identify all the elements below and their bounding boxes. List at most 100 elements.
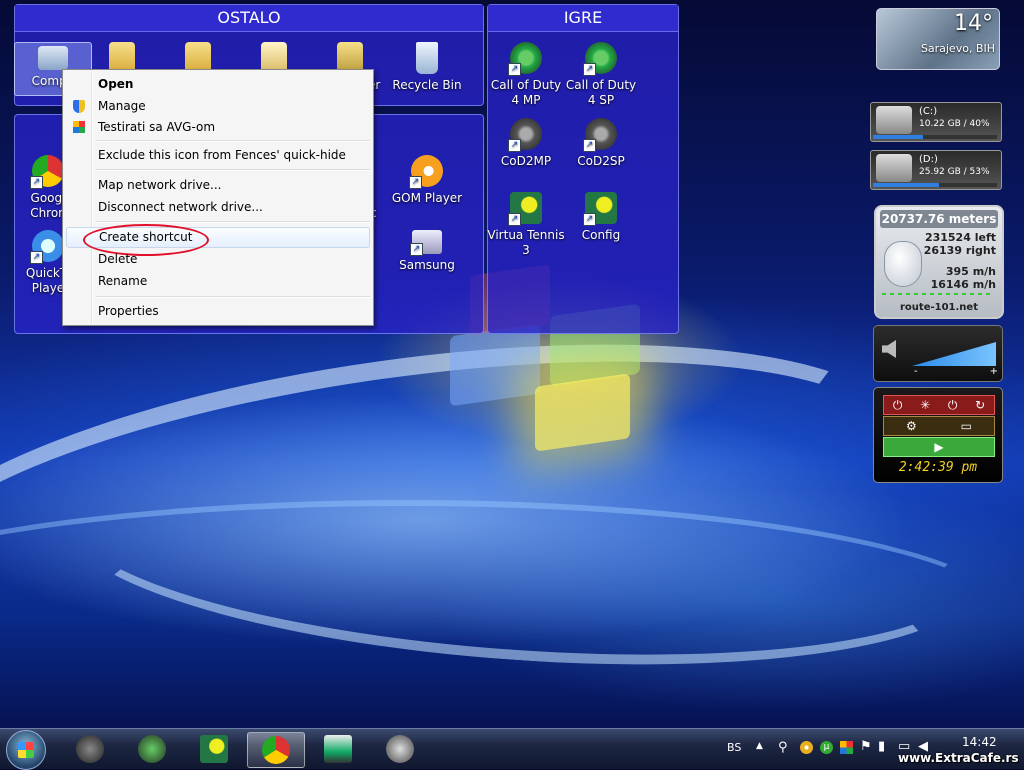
shield-icon bbox=[73, 100, 85, 113]
volume-slider[interactable] bbox=[912, 342, 996, 366]
power-tools: ⚙ ▭ bbox=[883, 416, 995, 436]
menu-separator bbox=[96, 169, 370, 171]
fence-title: OSTALO bbox=[15, 5, 483, 32]
power-clock: 2:42:39 pm bbox=[898, 460, 978, 475]
tennis-ball-icon bbox=[508, 192, 542, 226]
menu-separator bbox=[96, 140, 370, 142]
menu-item-map-drive[interactable]: Map network drive... bbox=[66, 175, 368, 196]
play-button[interactable]: ▶ bbox=[883, 437, 995, 457]
speed-value: 16146 bbox=[930, 278, 969, 291]
mouse-meter-gadget[interactable]: 20737.76 meters 231524 left 26139 right … bbox=[874, 205, 1004, 319]
volume-plus[interactable]: + bbox=[990, 366, 998, 377]
windows-flag-icon bbox=[18, 742, 34, 758]
menu-item-properties[interactable]: Properties bbox=[66, 301, 368, 322]
gom-player-icon bbox=[409, 155, 443, 189]
power-buttons: ⏻ ✳ ⏻ ↻ bbox=[883, 395, 995, 415]
cod2-icon bbox=[508, 118, 542, 152]
network-tray-icon[interactable] bbox=[840, 741, 853, 754]
drive-name: (C:) bbox=[919, 106, 938, 117]
taskbar-cod4[interactable] bbox=[124, 732, 180, 766]
cod2-icon bbox=[76, 735, 104, 763]
drive-name: (D:) bbox=[919, 154, 938, 165]
game-item[interactable]: CoD2MP bbox=[487, 118, 565, 169]
cod4-icon bbox=[583, 42, 617, 76]
menu-item-delete[interactable]: Delete bbox=[66, 249, 368, 270]
start-button[interactable] bbox=[6, 730, 46, 770]
settings-icon[interactable]: ⚙ bbox=[906, 419, 917, 433]
volume-gadget[interactable]: - + bbox=[873, 325, 1003, 382]
context-menu: Open Manage Testirati sa AVG-om Exclude … bbox=[62, 69, 374, 326]
game-item[interactable]: Call of Duty 4 MP bbox=[487, 42, 565, 108]
icon-label: GOM Player bbox=[391, 191, 463, 205]
monitor-icon[interactable]: ▭ bbox=[961, 419, 972, 433]
menu-separator bbox=[96, 221, 370, 223]
gom-player-item[interactable]: GOM Player bbox=[388, 155, 466, 206]
speed-value: 395 bbox=[945, 265, 969, 278]
taskbar: BS ▲ ⚲ µ ⚑ ▮ ▭ ◀ 14:42 www.ExtraCafe.rs bbox=[0, 728, 1024, 770]
language-indicator[interactable]: BS bbox=[727, 741, 741, 754]
chrome-icon bbox=[262, 736, 290, 764]
cod4-icon bbox=[138, 735, 166, 763]
drive-c-gadget[interactable]: (C:) 10.22 GB / 40% bbox=[870, 102, 1002, 142]
samsung-item[interactable]: Samsung bbox=[388, 230, 466, 273]
fence-title: IGRE bbox=[488, 5, 678, 32]
icon-label: CoD2SP bbox=[577, 154, 625, 168]
search-tray-icon[interactable]: ⚲ bbox=[778, 740, 788, 755]
taskbar-app[interactable] bbox=[372, 732, 428, 766]
recycle-bin-item[interactable]: Recycle Bin bbox=[390, 42, 464, 93]
game-icon bbox=[324, 735, 352, 763]
hard-drive-icon bbox=[876, 106, 912, 134]
distance: 20737.76 meters bbox=[880, 210, 998, 228]
utorrent-tray-icon[interactable]: µ bbox=[820, 741, 833, 754]
recycle-bin-icon bbox=[416, 42, 438, 74]
game-item[interactable]: CoD2SP bbox=[562, 118, 640, 169]
avg-icon bbox=[73, 121, 85, 133]
flag-tray-icon[interactable]: ⚑ bbox=[860, 739, 872, 754]
mouse-icon bbox=[884, 241, 922, 287]
logoff-icon[interactable]: ↻ bbox=[975, 398, 985, 412]
power-tray-icon[interactable]: ▮ bbox=[878, 739, 885, 754]
taskbar-game[interactable] bbox=[310, 732, 366, 766]
show-hidden-icons[interactable]: ▲ bbox=[756, 741, 763, 751]
icon-label: Call of Duty 4 SP bbox=[565, 78, 637, 107]
menu-item-rename[interactable]: Rename bbox=[66, 271, 368, 292]
drive-usage-bar bbox=[873, 135, 997, 139]
media-tray-icon[interactable] bbox=[800, 741, 813, 754]
left-clicks: 231524 bbox=[924, 231, 971, 244]
menu-item-avg[interactable]: Testirati sa AVG-om bbox=[66, 117, 368, 138]
game-item[interactable]: Virtua Tennis 3 bbox=[487, 192, 565, 258]
icon-label: Samsung bbox=[399, 258, 455, 272]
game-item[interactable]: Config bbox=[562, 192, 640, 243]
game-item[interactable]: Call of Duty 4 SP bbox=[562, 42, 640, 108]
volume-minus[interactable]: - bbox=[914, 366, 918, 377]
icon-label: Config bbox=[581, 228, 621, 242]
taskbar-cod2[interactable] bbox=[62, 732, 118, 766]
right-clicks: 26139 bbox=[923, 244, 962, 257]
drive-d-gadget[interactable]: (D:) 25.92 GB / 53% bbox=[870, 150, 1002, 190]
menu-item-exclude[interactable]: Exclude this icon from Fences' quick-hid… bbox=[66, 145, 368, 166]
icon-label: Googl Chron bbox=[30, 191, 66, 220]
clock[interactable]: 14:42 bbox=[962, 735, 997, 749]
taskbar-tennis[interactable] bbox=[186, 732, 242, 766]
menu-item-open[interactable]: Open bbox=[66, 74, 368, 95]
weather-gadget[interactable]: 14° Sarajevo, BIH bbox=[876, 8, 1000, 70]
power-off-icon[interactable]: ⏻ bbox=[893, 398, 903, 413]
speaker-icon bbox=[882, 340, 896, 358]
app-icon bbox=[386, 735, 414, 763]
quicktime-icon bbox=[30, 230, 64, 264]
menu-item-disconnect-drive[interactable]: Disconnect network drive... bbox=[66, 197, 368, 218]
drive-info: 10.22 GB / 40% bbox=[919, 119, 990, 129]
tennis-ball-icon bbox=[200, 735, 228, 763]
location: Sarajevo, BIH bbox=[920, 42, 995, 55]
watermark: www.ExtraCafe.rs bbox=[898, 751, 1019, 765]
drive-info: 25.92 GB / 53% bbox=[919, 167, 990, 177]
power-gadget[interactable]: ⏻ ✳ ⏻ ↻ ⚙ ▭ ▶ 2:42:39 pm bbox=[873, 387, 1003, 483]
menu-item-manage[interactable]: Manage bbox=[66, 96, 368, 117]
cod4-icon bbox=[508, 42, 542, 76]
cod2-icon bbox=[583, 118, 617, 152]
taskbar-chrome[interactable] bbox=[247, 732, 305, 768]
site-link[interactable]: route-101.net bbox=[876, 302, 1002, 313]
sleep-icon[interactable]: ✳ bbox=[920, 398, 930, 412]
samsung-icon bbox=[410, 230, 442, 256]
restart-icon[interactable]: ⏻ bbox=[948, 398, 958, 413]
